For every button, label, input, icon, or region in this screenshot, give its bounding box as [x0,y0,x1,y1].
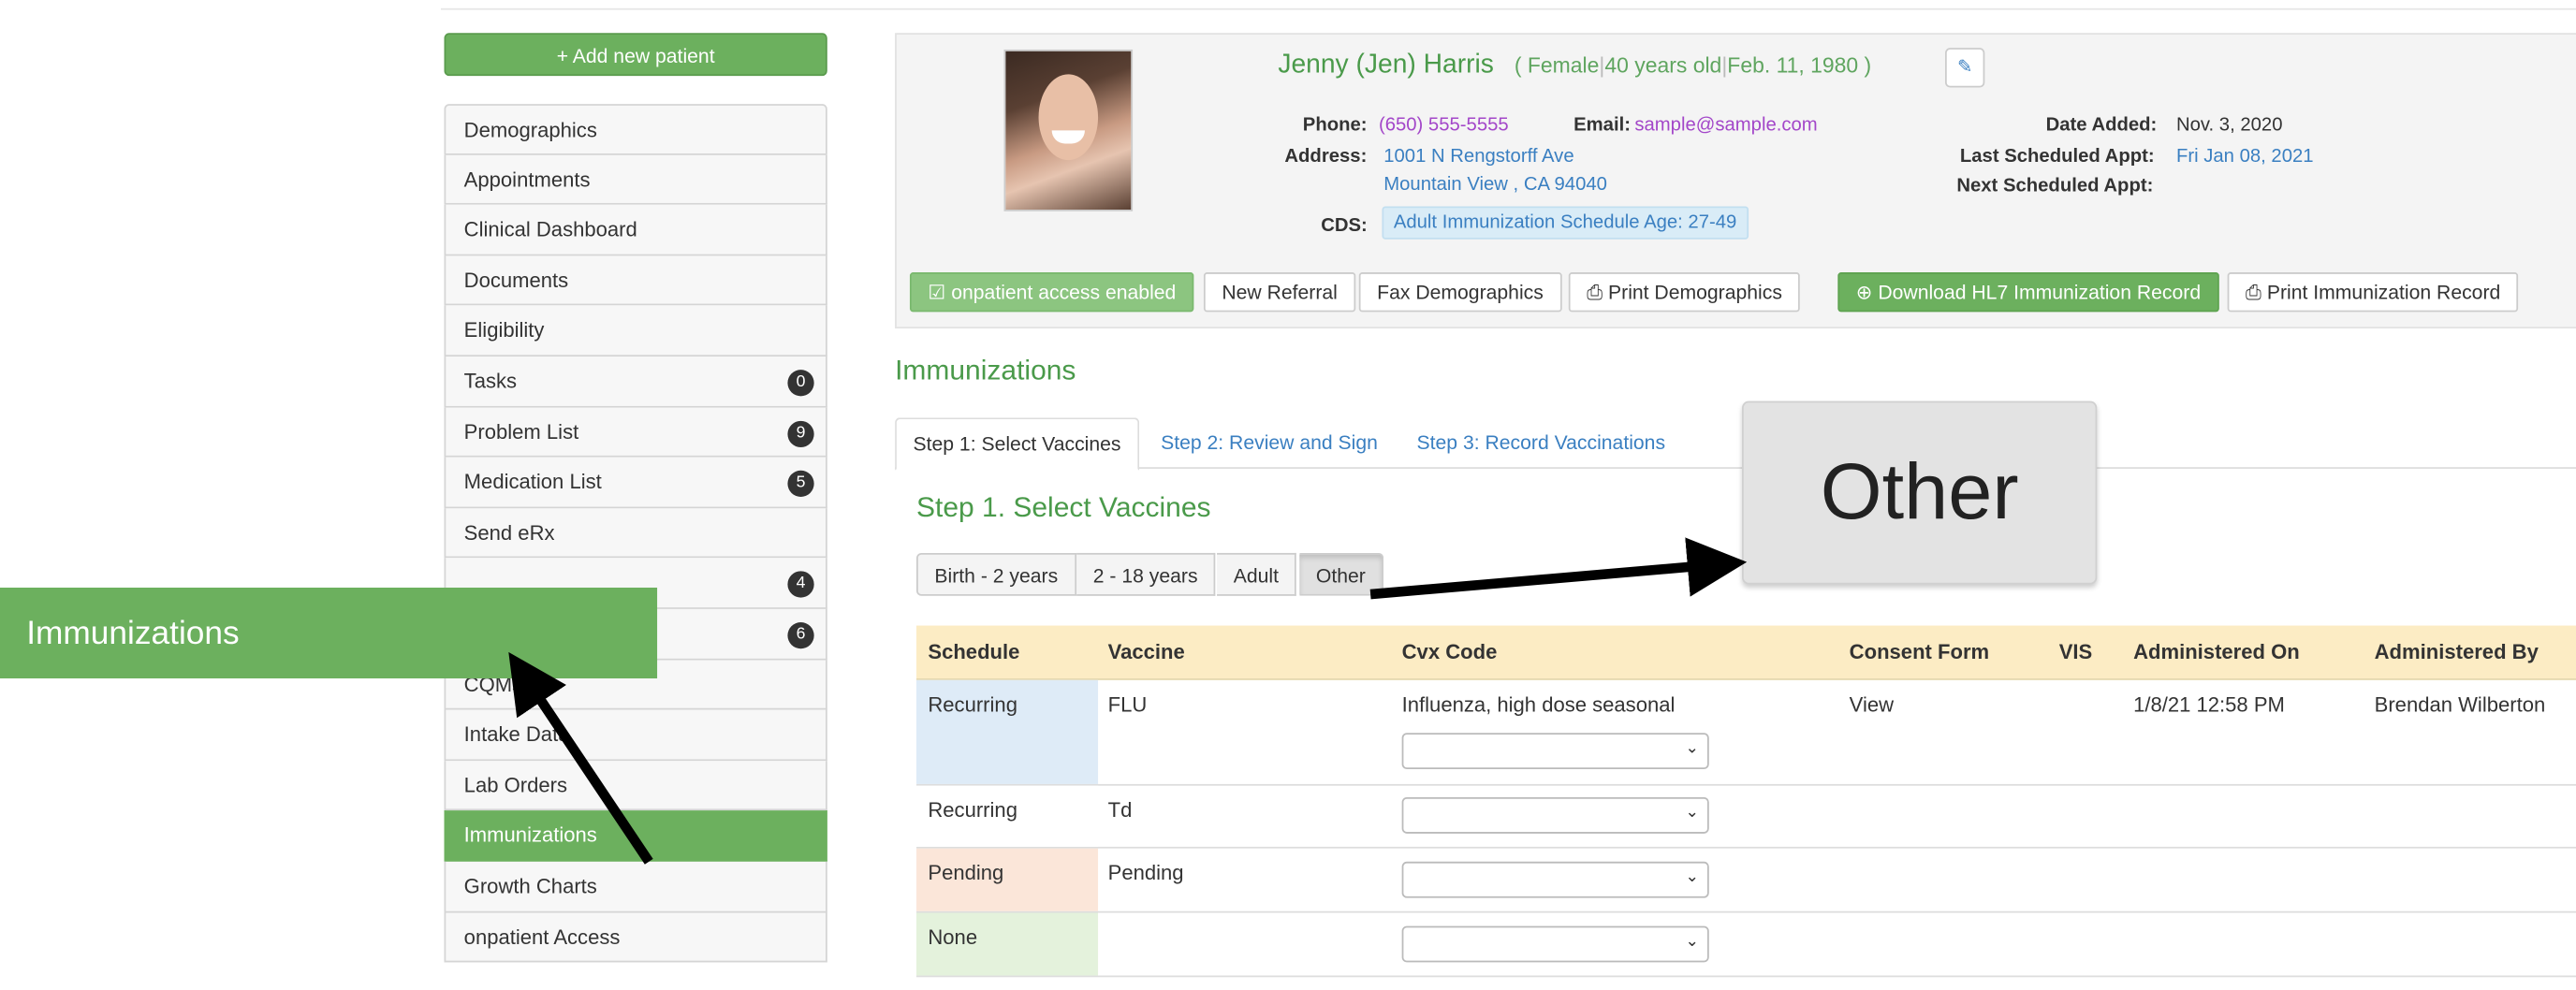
annotation-arrows [508,537,1748,865]
arrow-to-other [1369,537,1748,600]
arrow-to-immunizations [508,651,653,865]
